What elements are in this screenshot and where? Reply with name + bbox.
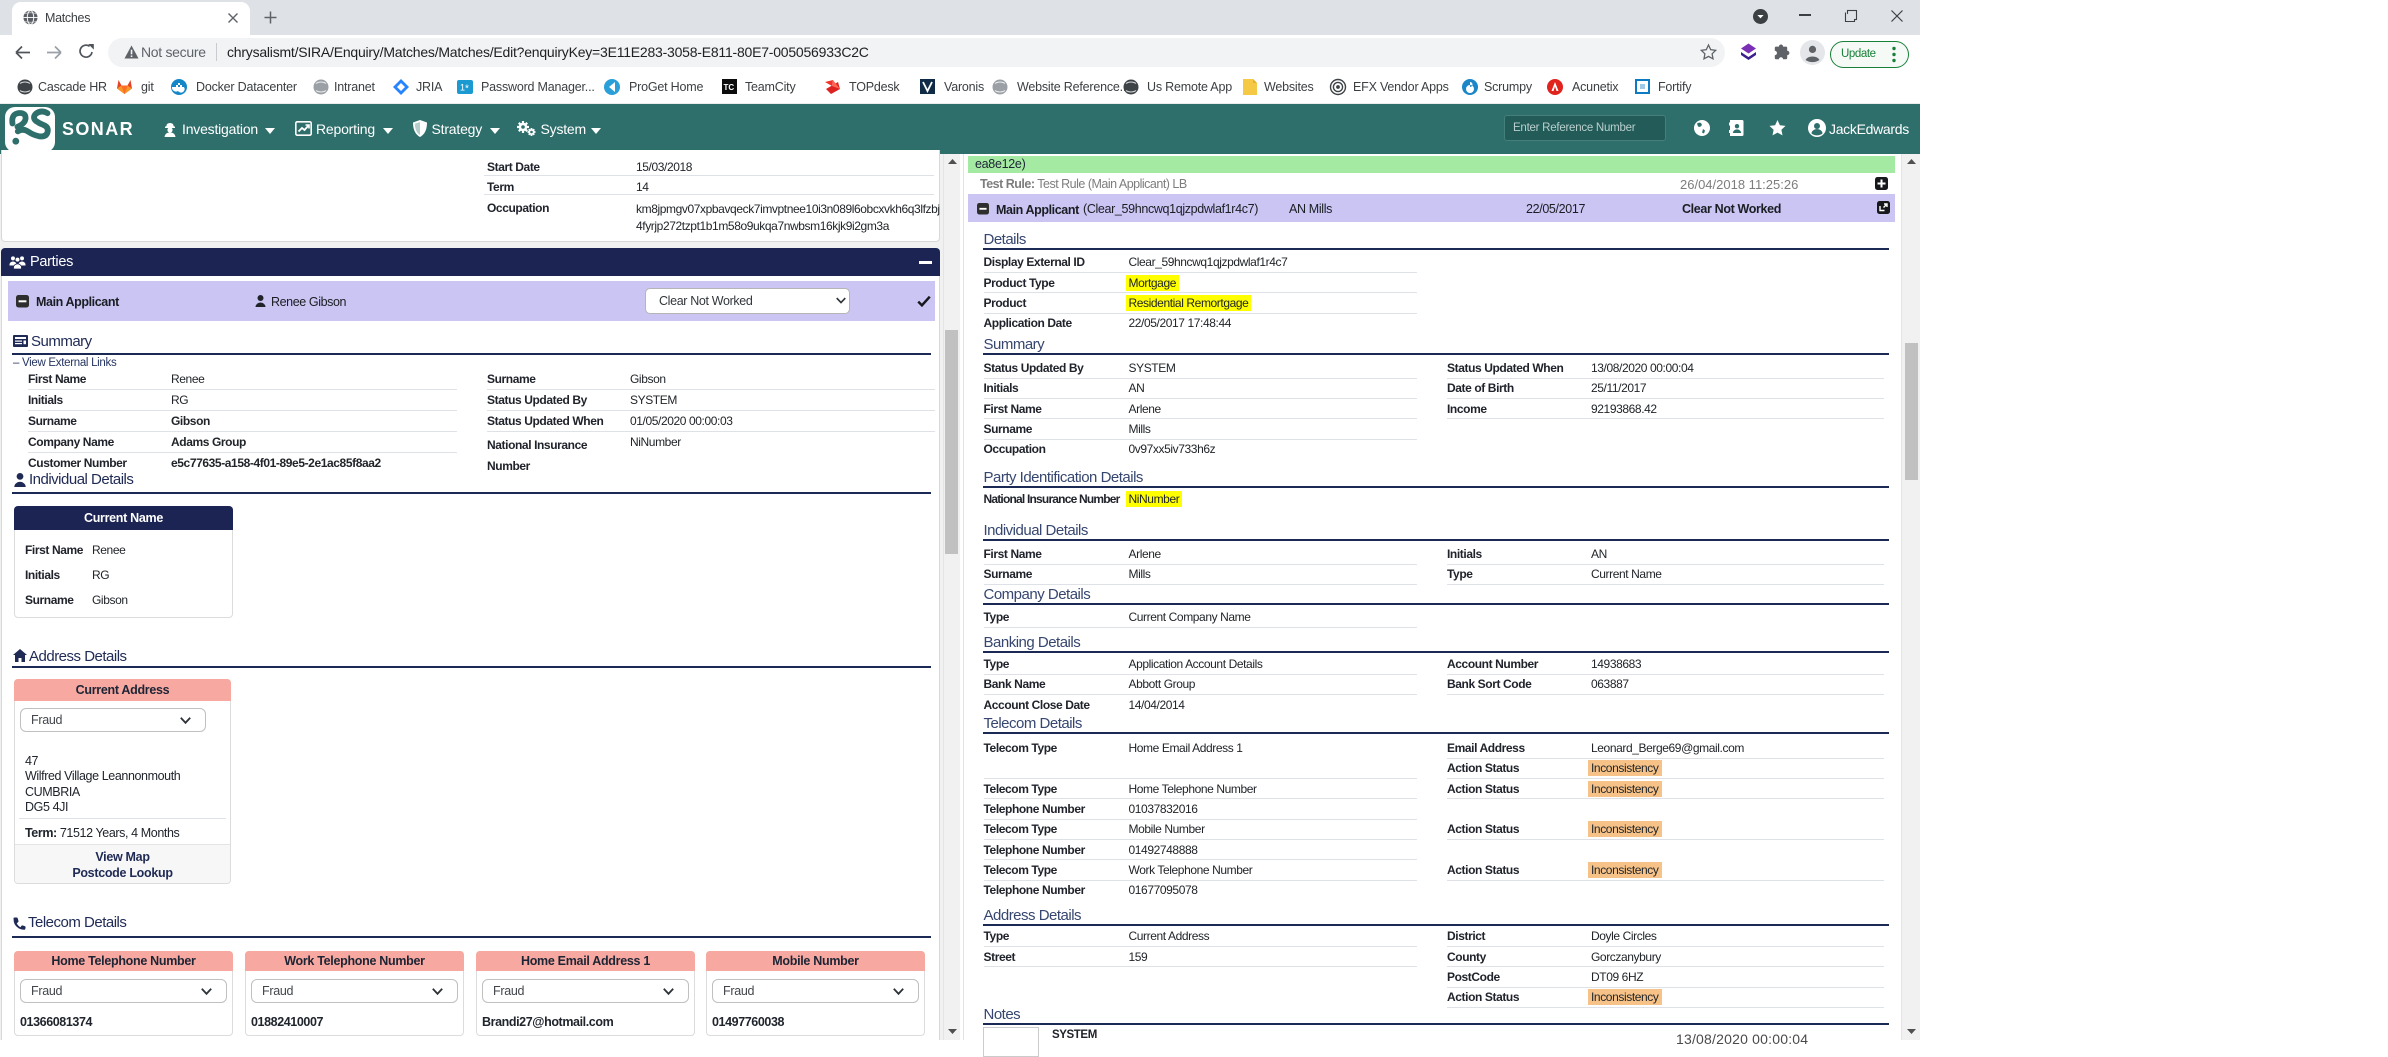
svg-text:TC: TC	[724, 83, 735, 92]
svg-text:*: *	[465, 84, 469, 95]
